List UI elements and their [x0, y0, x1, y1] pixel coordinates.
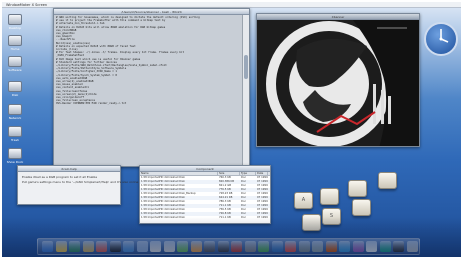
desktop-icon-software[interactable]: Software	[5, 56, 25, 72]
sphere-icon[interactable]	[352, 241, 364, 252]
finder-icon[interactable]	[42, 241, 53, 252]
table-cell: 1.58 ImportedHD diminished Disk	[141, 216, 185, 219]
menu-bar-title: WindowMaker X Screen	[6, 3, 48, 7]
terminal-window[interactable]: /Users/cl/Source/xbanner - bash - 80x24 …	[53, 8, 250, 167]
column-header-type[interactable]: Type	[240, 172, 256, 175]
table-cell: 711.1 KB	[219, 216, 231, 219]
gear-icon[interactable]	[244, 241, 256, 252]
trash-icon	[8, 126, 22, 137]
tools-icon[interactable]	[312, 241, 323, 252]
desktop-icon-desktop[interactable]: Desktop	[5, 14, 25, 30]
desktop: WindowMaker X Screen Desktop Home Softwa…	[2, 2, 461, 257]
video-frame	[257, 20, 419, 146]
desktop-icon-trash[interactable]: Trash	[5, 126, 25, 142]
doc-icon[interactable]	[366, 241, 377, 252]
column-header-name[interactable]: Name	[140, 172, 218, 175]
desktop-icon-label: Desktop	[8, 26, 22, 30]
desktop-icon-home[interactable]: Home	[5, 35, 25, 51]
desktop-folder-icon	[8, 14, 22, 25]
terminal-icon[interactable]	[109, 241, 121, 252]
dock	[37, 238, 420, 255]
desktop-icon-label: Trash	[11, 138, 19, 142]
keycap	[320, 188, 339, 205]
xlogo-icon[interactable]	[231, 241, 242, 252]
clock-icon	[439, 29, 449, 43]
camera-icon[interactable]	[204, 241, 215, 252]
desktop-icon-label: Show Dock	[6, 160, 24, 164]
desktop-icon-label: Software	[8, 68, 22, 72]
music-icon[interactable]	[69, 241, 80, 252]
monitor-icon[interactable]	[217, 241, 229, 252]
keycap	[352, 199, 371, 216]
desktop-icon-network[interactable]: Network	[5, 104, 25, 120]
keycap: S	[322, 208, 341, 225]
desktop-icon-disk[interactable]: Disk	[5, 81, 25, 97]
keycap: A	[294, 192, 313, 209]
keyboard-icon[interactable]	[393, 241, 404, 252]
mail-icon[interactable]	[136, 241, 148, 252]
terminal-line: XSS-Render XCERNEW:PHI:FAR render_ready.…	[56, 102, 127, 106]
file-list[interactable]: Name Size Type Date 1.58 ImportedHD dimi…	[140, 172, 270, 223]
drive-icon	[8, 104, 22, 115]
dialog-message: Put game's settings menu to the '~/GNU S…	[22, 180, 139, 184]
clock-icon[interactable]	[163, 241, 175, 252]
folder-icon[interactable]	[82, 241, 94, 252]
table-row[interactable]: 1.58 ImportedHD diminished Disk 711.1 KB D…	[140, 216, 270, 220]
scrollbar-thumb[interactable]	[244, 55, 248, 79]
chat-icon[interactable]	[177, 241, 188, 252]
column-header-size[interactable]: Size	[218, 172, 240, 175]
spark-icon[interactable]	[190, 241, 202, 252]
table-cell: 07 1999	[257, 216, 268, 219]
drive-icon	[8, 81, 22, 92]
trash-icon[interactable]	[406, 241, 418, 252]
table-cell: Doc	[241, 216, 247, 219]
drive-icon	[8, 56, 22, 67]
home-icon	[8, 35, 22, 46]
book-icon[interactable]	[298, 241, 310, 252]
scrollbar[interactable]	[242, 15, 249, 166]
terminal-text[interactable]: # GNU sorting for hosenames, which is de…	[54, 15, 242, 166]
keycap	[378, 172, 397, 189]
dialog-body: Enable Xbell as a RGB program to set it …	[18, 172, 139, 204]
chart-icon[interactable]	[285, 241, 296, 252]
cart-icon[interactable]	[339, 241, 350, 252]
keycap	[348, 180, 367, 197]
column-header-date[interactable]: Date	[256, 172, 268, 175]
info-dialog[interactable]: Xcalc-help Enable Xbell as a RGB program…	[17, 165, 139, 205]
desktop-icon-label: Network	[8, 116, 22, 120]
video-window[interactable]: Xbanner	[256, 13, 420, 147]
grid-icon[interactable]	[379, 241, 391, 252]
dock-icon	[8, 148, 22, 159]
desktop-icon-label: Home	[10, 47, 20, 51]
desktop-icon-show-dock[interactable]: Show Dock	[5, 148, 25, 164]
clock-widget	[424, 22, 458, 56]
notes-icon[interactable]	[55, 241, 67, 252]
pen-icon[interactable]	[325, 241, 337, 252]
list-rows: 1.58 ImportedHD diminished Disk 760.3 KB D…	[140, 176, 270, 220]
paint-icon[interactable]	[96, 241, 107, 252]
calendar-icon[interactable]	[150, 241, 161, 252]
cube-icon[interactable]	[271, 241, 283, 252]
desktop-icon-label: Disk	[11, 93, 19, 97]
leaf-icon[interactable]	[258, 241, 269, 252]
globe-icon[interactable]	[123, 241, 134, 252]
keycap	[302, 214, 321, 231]
anime-artwork	[257, 20, 419, 146]
file-list-window[interactable]: Component Name Size Type Date 1.58 Impor…	[139, 165, 271, 224]
